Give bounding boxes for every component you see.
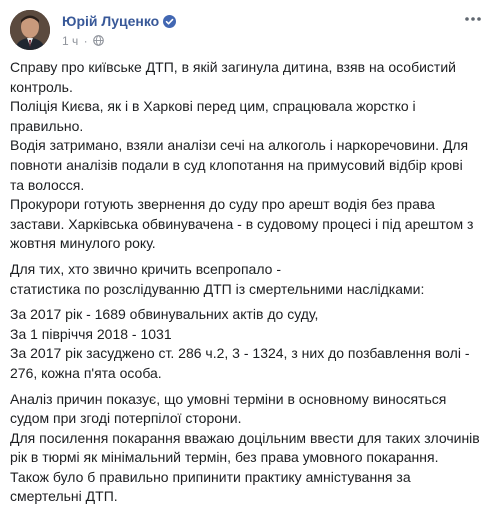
post-paragraph: Аналіз причин показує, що умовні терміни… [10, 390, 480, 505]
post-header: Юрій Луценко 1 ч · [10, 10, 485, 54]
globe-icon[interactable] [93, 35, 104, 46]
post-paragraph: Для тих, хто звично кричить всепропало -… [10, 260, 425, 297]
post-timestamp[interactable]: 1 ч [62, 34, 78, 48]
post-paragraph: Справу про київське ДТП, в якій загинула… [10, 59, 474, 252]
more-options-icon[interactable] [463, 12, 483, 26]
post-content: Справу про київське ДТП, в якій загинула… [10, 58, 480, 513]
author-avatar[interactable] [10, 10, 50, 50]
verified-badge-icon [163, 15, 177, 28]
avatar-image [10, 10, 50, 50]
facebook-post: Юрій Луценко 1 ч · Справу про київське Д… [0, 0, 495, 513]
author-name[interactable]: Юрій Луценко [62, 13, 177, 29]
post-meta: 1 ч · [62, 34, 104, 48]
meta-separator: · [83, 34, 88, 48]
author-name-text[interactable]: Юрій Луценко [62, 13, 159, 29]
post-paragraph: За 2017 рік - 1689 обвинувальних актів д… [10, 306, 470, 381]
